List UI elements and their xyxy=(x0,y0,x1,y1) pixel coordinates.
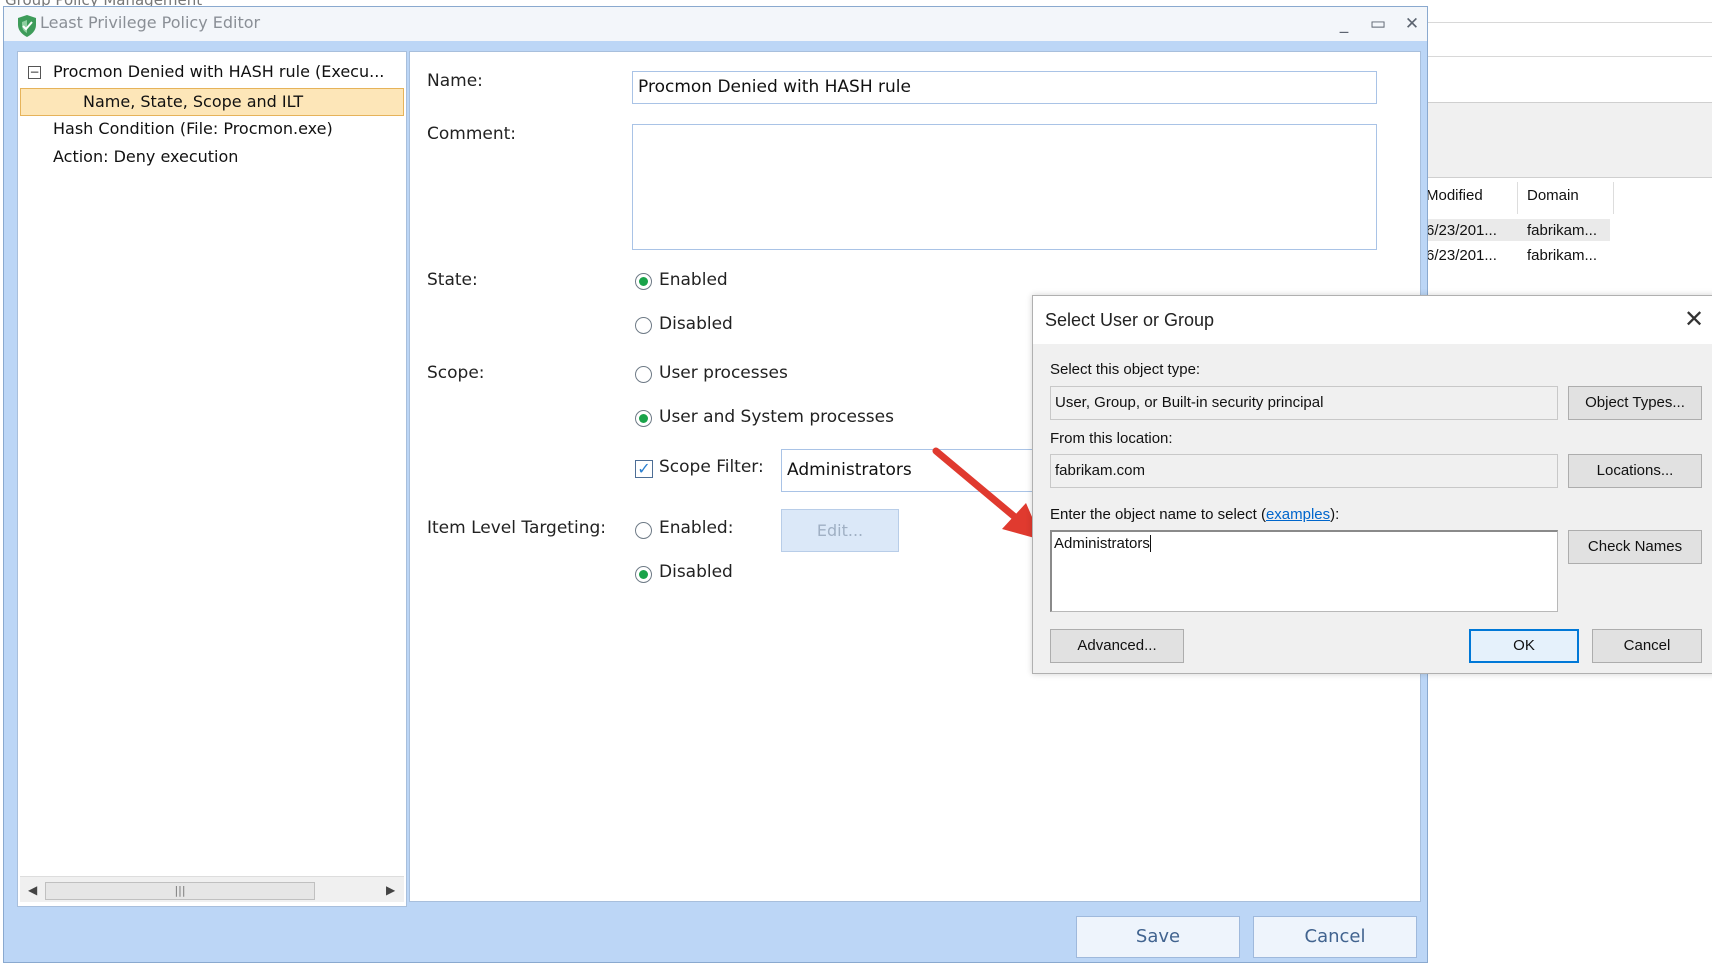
scroll-right-icon[interactable]: ▶ xyxy=(386,883,395,897)
object-name-input[interactable]: Administrators xyxy=(1050,530,1558,612)
maximize-button[interactable]: ▭ xyxy=(1364,11,1392,37)
horizontal-scrollbar[interactable]: ◀ ||| ▶ xyxy=(20,876,404,902)
collapse-icon[interactable]: − xyxy=(28,66,41,79)
object-types-button[interactable]: Object Types... xyxy=(1568,386,1702,420)
save-button[interactable]: Save xyxy=(1076,916,1240,958)
state-disabled-radio[interactable] xyxy=(635,317,652,334)
scope-filter-label[interactable]: Scope Filter: xyxy=(659,457,764,477)
scope-user-system-radio[interactable] xyxy=(635,410,652,427)
background-toolbar-band xyxy=(1420,102,1712,178)
dialog-title-bar: Select User or Group ✕ xyxy=(1033,296,1712,344)
ilt-disabled-label[interactable]: Disabled xyxy=(659,562,733,582)
dialog-cancel-button[interactable]: Cancel xyxy=(1592,629,1702,663)
item-level-targeting-label: Item Level Targeting: xyxy=(427,518,606,538)
scope-label: Scope: xyxy=(427,363,485,383)
window-title: Least Privilege Policy Editor xyxy=(40,13,261,32)
comment-textarea[interactable] xyxy=(632,124,1377,250)
object-name-label: Enter the object name to select (example… xyxy=(1050,506,1339,523)
minimize-button[interactable]: _ xyxy=(1330,11,1358,37)
state-enabled-label[interactable]: Enabled xyxy=(659,270,728,290)
advanced-button[interactable]: Advanced... xyxy=(1050,629,1184,663)
dialog-close-icon[interactable]: ✕ xyxy=(1679,304,1709,334)
scope-user-system-label[interactable]: User and System processes xyxy=(659,407,894,427)
state-disabled-label[interactable]: Disabled xyxy=(659,314,733,334)
name-label: Name: xyxy=(427,71,483,91)
ilt-enabled-label[interactable]: Enabled: xyxy=(659,518,733,538)
column-header-domain[interactable]: Domain xyxy=(1527,187,1579,204)
state-label: State: xyxy=(427,270,478,290)
locations-button[interactable]: Locations... xyxy=(1568,454,1702,488)
location-field: fabrikam.com xyxy=(1050,454,1558,488)
tree-root-rule[interactable]: Procmon Denied with HASH rule (Execu... xyxy=(53,59,384,85)
object-type-field: User, Group, or Built-in security princi… xyxy=(1050,386,1558,420)
column-header-modified[interactable]: Modified xyxy=(1426,187,1483,204)
scope-user-processes-label[interactable]: User processes xyxy=(659,363,788,383)
scope-filter-checkbox[interactable]: ✓ xyxy=(635,460,653,478)
scope-user-processes-radio[interactable] xyxy=(635,366,652,383)
ok-button[interactable]: OK xyxy=(1469,629,1579,663)
shield-icon xyxy=(18,15,36,37)
table-cell-domain[interactable]: fabrikam... xyxy=(1527,222,1597,239)
object-name-value: Administrators xyxy=(1054,535,1151,552)
object-name-label-text: Enter the object name to select ( xyxy=(1050,506,1266,523)
table-cell-modified[interactable]: 6/23/201... xyxy=(1426,222,1497,239)
edit-targeting-button[interactable]: Edit... xyxy=(781,509,899,552)
dialog-title: Select User or Group xyxy=(1045,310,1215,330)
select-user-group-dialog: Select User or Group ✕ Select this objec… xyxy=(1032,295,1712,674)
cancel-button[interactable]: Cancel xyxy=(1253,916,1417,958)
name-input[interactable]: Procmon Denied with HASH rule xyxy=(632,71,1377,104)
state-enabled-radio[interactable] xyxy=(635,273,652,290)
scrollbar-thumb[interactable]: ||| xyxy=(45,882,315,900)
table-cell-modified[interactable]: 6/23/201... xyxy=(1426,247,1497,264)
ilt-disabled-radio[interactable] xyxy=(635,566,652,583)
check-names-button[interactable]: Check Names xyxy=(1568,530,1702,564)
scroll-left-icon[interactable]: ◀ xyxy=(28,883,37,897)
rule-tree-panel: − Procmon Denied with HASH rule (Execu..… xyxy=(17,51,407,907)
comment-label: Comment: xyxy=(427,124,517,144)
tree-item-action[interactable]: Action: Deny execution xyxy=(53,144,238,170)
examples-link[interactable]: examples xyxy=(1266,506,1330,523)
close-button[interactable]: ✕ xyxy=(1398,11,1426,37)
tree-item-name-state-scope[interactable]: Name, State, Scope and ILT xyxy=(83,89,303,115)
ilt-enabled-radio[interactable] xyxy=(635,522,652,539)
title-bar: Least Privilege Policy Editor _ ▭ ✕ xyxy=(4,7,1427,41)
object-type-label: Select this object type: xyxy=(1050,361,1201,378)
tree-item-hash-condition[interactable]: Hash Condition (File: Procmon.exe) xyxy=(53,116,333,142)
object-name-label-suffix: ): xyxy=(1330,506,1340,523)
table-cell-domain[interactable]: fabrikam... xyxy=(1527,247,1597,264)
location-label: From this location: xyxy=(1050,430,1173,447)
